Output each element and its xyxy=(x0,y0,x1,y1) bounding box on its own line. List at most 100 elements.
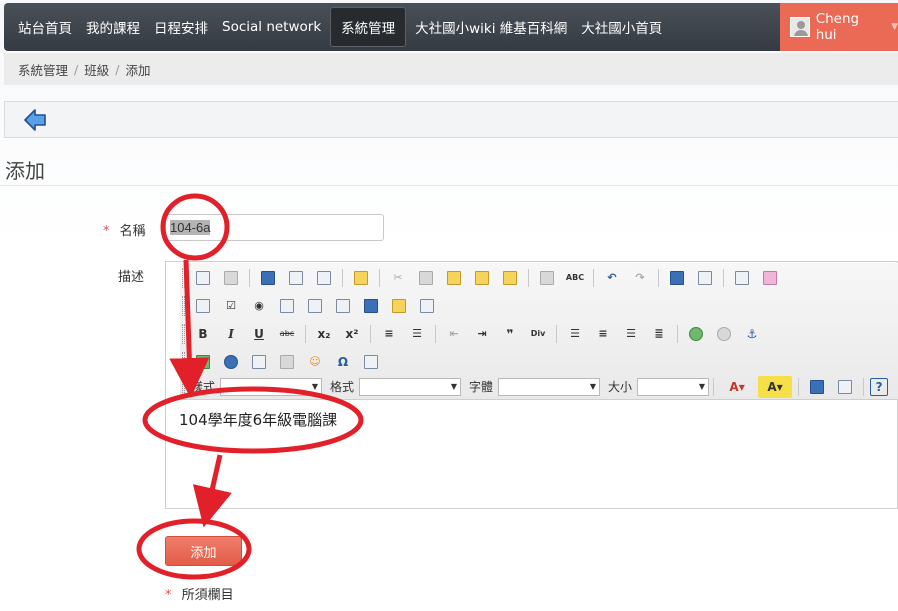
copy-icon[interactable] xyxy=(414,267,438,289)
save-icon[interactable] xyxy=(256,267,280,289)
source-icon[interactable] xyxy=(191,267,215,289)
chevron-down-icon: ▼ xyxy=(450,381,458,391)
spellcheck-icon[interactable]: ABC xyxy=(563,267,587,289)
nav-schedule[interactable]: 日程安排 xyxy=(147,3,215,51)
select-field-icon[interactable] xyxy=(331,295,355,317)
back-arrow-icon[interactable] xyxy=(23,108,47,132)
smiley-icon[interactable]: ☺ xyxy=(303,351,327,373)
size-label: 大小 xyxy=(608,380,633,394)
radio-icon[interactable]: ◉ xyxy=(247,295,271,317)
style-select[interactable]: ▼ xyxy=(220,377,323,396)
numbered-list-icon[interactable]: ≡ xyxy=(377,323,401,345)
paste-icon[interactable] xyxy=(442,267,466,289)
cut-icon[interactable]: ✂ xyxy=(386,267,410,289)
help-icon[interactable]: ? xyxy=(870,377,889,396)
special-char-icon[interactable]: Ω xyxy=(331,351,355,373)
avatar xyxy=(790,17,810,37)
top-navbar: 站台首頁 我的課程 日程安排 Social network 系統管理 大社國小w… xyxy=(4,3,898,51)
size-select[interactable]: ▼ xyxy=(637,377,710,396)
select-all-icon[interactable] xyxy=(730,267,754,289)
align-right-icon[interactable]: ☰ xyxy=(619,323,643,345)
subscript-icon[interactable]: x₂ xyxy=(312,323,336,345)
checkbox-icon[interactable]: ☑ xyxy=(219,295,243,317)
nav-my-courses[interactable]: 我的課程 xyxy=(79,3,147,51)
strikethrough-icon[interactable]: abc xyxy=(275,323,299,345)
find-icon[interactable] xyxy=(665,267,689,289)
toolbar-row-2: ☑ ◉ xyxy=(180,292,441,319)
toolbar-separator xyxy=(528,268,529,287)
nav-social-network[interactable]: Social network xyxy=(215,3,328,51)
anchor-icon[interactable]: ⚓ xyxy=(740,323,764,345)
remove-format-icon[interactable] xyxy=(758,267,782,289)
new-page-icon[interactable] xyxy=(284,267,308,289)
preview-icon[interactable] xyxy=(312,267,336,289)
justify-icon[interactable]: ≣ xyxy=(647,323,671,345)
superscript-icon[interactable]: x² xyxy=(340,323,364,345)
image-button-icon[interactable] xyxy=(387,295,411,317)
user-menu[interactable]: Cheng hui ▼ xyxy=(780,3,898,51)
undo-icon[interactable]: ↶ xyxy=(600,267,624,289)
text-color-icon[interactable]: A▾ xyxy=(720,376,754,398)
button-field-icon[interactable] xyxy=(359,295,383,317)
paste-word-icon[interactable] xyxy=(498,267,522,289)
toolbar-grip xyxy=(182,267,185,288)
nav-school-home[interactable]: 大社國小首頁 xyxy=(574,3,669,51)
toolbar-separator xyxy=(342,268,343,287)
breadcrumb-system-admin[interactable]: 系統管理 xyxy=(18,60,68,79)
image-icon[interactable] xyxy=(191,351,215,373)
nav-system-admin[interactable]: 系統管理 xyxy=(330,7,407,47)
format-select[interactable]: ▼ xyxy=(359,377,462,396)
template-icon[interactable] xyxy=(349,267,373,289)
hidden-field-icon[interactable] xyxy=(415,295,439,317)
show-blocks-icon[interactable] xyxy=(833,376,857,398)
paste-text-icon[interactable] xyxy=(470,267,494,289)
unlink-icon[interactable] xyxy=(712,323,736,345)
align-left-icon[interactable]: ☰ xyxy=(563,323,587,345)
replace-icon[interactable] xyxy=(693,267,717,289)
toolbar-row-4: ☺ Ω xyxy=(180,348,385,375)
nav-home[interactable]: 站台首頁 xyxy=(4,3,79,51)
action-toolbar xyxy=(4,101,898,138)
name-label-text: 名稱 xyxy=(119,224,146,239)
textfield-icon[interactable] xyxy=(275,295,299,317)
toolbar-separator xyxy=(435,324,436,343)
name-input-value: 104-6a xyxy=(170,220,211,235)
toolbar-grip xyxy=(182,376,185,397)
italic-icon[interactable]: I xyxy=(219,323,243,345)
name-label: * 名稱 xyxy=(103,220,146,239)
background-color-icon[interactable]: A▾ xyxy=(758,375,793,398)
align-center-icon[interactable]: ≡ xyxy=(591,323,615,345)
form-icon[interactable] xyxy=(191,295,215,317)
required-fields-note: * 所須欄目 xyxy=(165,584,234,603)
link-icon[interactable] xyxy=(684,323,708,345)
submit-add-button[interactable]: 添加 xyxy=(165,536,242,566)
bold-icon[interactable]: B xyxy=(191,323,215,345)
editor-content-text[interactable]: 104學年度6年級電腦課 xyxy=(179,409,337,430)
table-icon[interactable] xyxy=(247,351,271,373)
indent-icon[interactable]: ⇥ xyxy=(470,323,494,345)
horizontal-rule-icon[interactable] xyxy=(275,351,299,373)
breadcrumb-classes[interactable]: 班級 xyxy=(84,60,109,79)
font-label: 字體 xyxy=(469,380,494,394)
nav-wiki[interactable]: 大社國小wiki 維基百科網 xyxy=(408,3,574,51)
name-input[interactable]: 104-6a xyxy=(165,214,384,241)
required-note-text: 所須欄目 xyxy=(181,588,234,603)
page-break-icon[interactable] xyxy=(359,351,383,373)
templates-icon[interactable] xyxy=(219,267,243,289)
print-icon[interactable] xyxy=(535,267,559,289)
toolbar-separator xyxy=(556,324,557,343)
redo-icon[interactable]: ↷ xyxy=(628,267,652,289)
flash-icon[interactable] xyxy=(219,351,243,373)
toolbar-grip xyxy=(182,351,185,372)
maximize-icon[interactable] xyxy=(805,376,829,398)
bulleted-list-icon[interactable]: ☰ xyxy=(405,323,429,345)
font-select[interactable]: ▼ xyxy=(498,377,601,396)
underline-icon[interactable]: U xyxy=(247,323,271,345)
toolbar-separator xyxy=(379,268,380,287)
breadcrumb-add: 添加 xyxy=(125,62,151,78)
format-label: 格式 xyxy=(330,380,355,394)
blockquote-icon[interactable]: ❞ xyxy=(498,323,522,345)
div-container-icon[interactable]: Div xyxy=(526,323,550,345)
textarea-icon[interactable] xyxy=(303,295,327,317)
outdent-icon[interactable]: ⇤ xyxy=(442,323,466,345)
